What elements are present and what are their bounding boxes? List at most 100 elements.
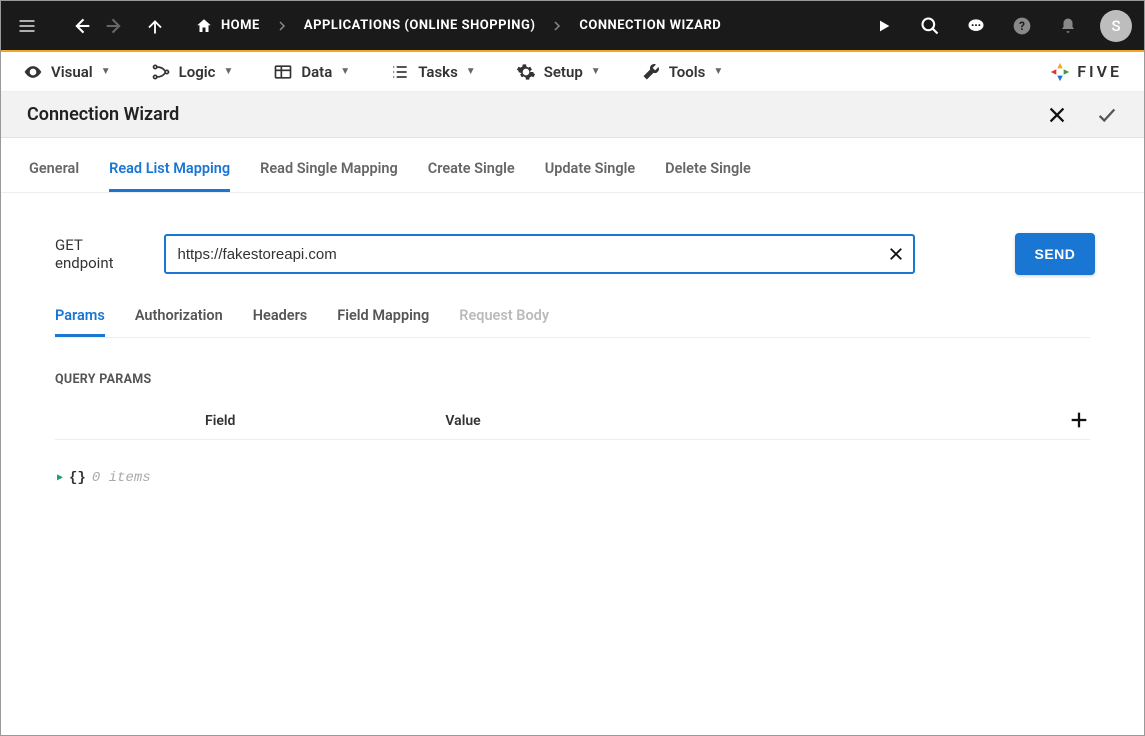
menu-label: Data [301,63,332,81]
tab-read-list-mapping[interactable]: Read List Mapping [109,148,230,192]
brand: FIVE [1049,61,1122,83]
menu-setup[interactable]: Setup ▼ [516,62,601,82]
confirm-button[interactable] [1096,104,1118,126]
chevron-down-icon: ▼ [466,66,476,77]
menu-label: Setup [544,63,583,81]
avatar-initial: S [1111,17,1120,35]
breadcrumb-label: HOME [221,18,260,33]
forward-icon[interactable] [101,12,129,40]
bell-icon[interactable] [1054,12,1082,40]
close-icon [1046,104,1068,126]
play-icon[interactable] [870,12,898,40]
plus-icon [1068,409,1090,431]
tab-label: Read Single Mapping [260,160,398,177]
list-icon [390,62,410,82]
endpoint-row: GET endpoint SEND [55,233,1090,275]
tab-update-single[interactable]: Update Single [545,148,635,192]
tab-label: Delete Single [665,160,751,177]
tab-read-single-mapping[interactable]: Read Single Mapping [260,148,398,192]
chevron-down-icon: ▼ [223,66,233,77]
menubar: Visual ▼ Logic ▼ Data ▼ Tasks ▼ Setup ▼ … [1,52,1144,92]
menu-tools[interactable]: Tools ▼ [641,62,724,82]
menu-logic[interactable]: Logic ▼ [151,62,234,82]
tab-create-single[interactable]: Create Single [428,148,515,192]
send-button[interactable]: SEND [1015,233,1096,275]
menu-label: Tools [669,63,706,81]
gear-icon [516,62,536,82]
endpoint-input-wrap [164,234,915,274]
brand-logo-icon [1049,61,1071,83]
brand-text: FIVE [1077,62,1122,81]
subtab-authorization[interactable]: Authorization [135,297,223,337]
tab-delete-single[interactable]: Delete Single [665,148,751,192]
breadcrumb-home[interactable]: HOME [195,17,260,35]
check-icon [1096,104,1118,126]
topbar-left: HOME APPLICATIONS (ONLINE SHOPPING) CONN… [13,12,721,40]
add-param-button[interactable] [1068,409,1090,431]
menu-icon[interactable] [13,12,41,40]
json-items-count: 0 items [92,470,151,486]
main-tabs: General Read List Mapping Read Single Ma… [1,138,1144,193]
tools-icon [641,62,661,82]
logic-icon [151,62,171,82]
topbar-right: ? S [870,10,1132,42]
subtab-request-body: Request Body [459,297,549,337]
subtab-label: Authorization [135,307,223,324]
menu-label: Logic [179,63,216,81]
menu-label: Visual [51,63,93,81]
subtab-label: Headers [253,307,308,324]
chevron-down-icon: ▼ [340,66,350,77]
table-icon [273,62,293,82]
breadcrumb-label: CONNECTION WIZARD [579,18,721,33]
chevron-down-icon: ▼ [713,66,723,77]
subtab-label: Request Body [459,307,549,324]
subtab-label: Field Mapping [337,307,429,324]
eye-icon [23,62,43,82]
svg-text:?: ? [1019,19,1025,33]
close-icon [887,245,905,263]
subtab-params[interactable]: Params [55,297,105,337]
tab-label: General [29,160,79,177]
expand-toggle[interactable]: ▶ [57,472,63,484]
titlebar-actions [1046,104,1118,126]
subtab-field-mapping[interactable]: Field Mapping [337,297,429,337]
tab-label: Update Single [545,160,635,177]
chat-icon[interactable] [962,12,990,40]
content: GET endpoint SEND Params Authorization H… [1,193,1144,506]
page-title: Connection Wizard [27,104,179,125]
tab-label: Create Single [428,160,515,177]
json-braces: {} [69,470,86,486]
up-icon[interactable] [141,12,169,40]
menu-visual[interactable]: Visual ▼ [23,62,111,82]
section-title: QUERY PARAMS [55,372,1090,387]
avatar[interactable]: S [1100,10,1132,42]
chevron-down-icon: ▼ [591,66,601,77]
params-header-row: Field Value [55,413,1090,440]
json-preview: ▶ {} 0 items [57,470,1090,486]
clear-input-button[interactable] [887,245,905,263]
chevron-down-icon: ▼ [101,66,111,77]
breadcrumb-label: APPLICATIONS (ONLINE SHOPPING) [304,18,536,33]
chevron-right-icon [276,20,288,32]
search-icon[interactable] [916,12,944,40]
breadcrumb-applications[interactable]: APPLICATIONS (ONLINE SHOPPING) [304,18,536,33]
topbar: HOME APPLICATIONS (ONLINE SHOPPING) CONN… [1,1,1144,50]
menu-label: Tasks [418,63,458,81]
subtab-headers[interactable]: Headers [253,297,308,337]
column-field: Field [205,413,235,429]
help-icon[interactable]: ? [1008,12,1036,40]
titlebar: Connection Wizard [1,92,1144,138]
tab-general[interactable]: General [29,148,79,192]
back-icon[interactable] [67,12,95,40]
home-icon [195,17,213,35]
endpoint-label: GET endpoint [55,236,114,272]
endpoint-input[interactable] [164,234,915,274]
close-button[interactable] [1046,104,1068,126]
tab-label: Read List Mapping [109,160,230,177]
menu-tasks[interactable]: Tasks ▼ [390,62,476,82]
chevron-right-icon [551,20,563,32]
sub-tabs: Params Authorization Headers Field Mappi… [55,297,1090,338]
menu-data[interactable]: Data ▼ [273,62,350,82]
breadcrumb-connection-wizard[interactable]: CONNECTION WIZARD [579,18,721,33]
subtab-label: Params [55,307,105,324]
